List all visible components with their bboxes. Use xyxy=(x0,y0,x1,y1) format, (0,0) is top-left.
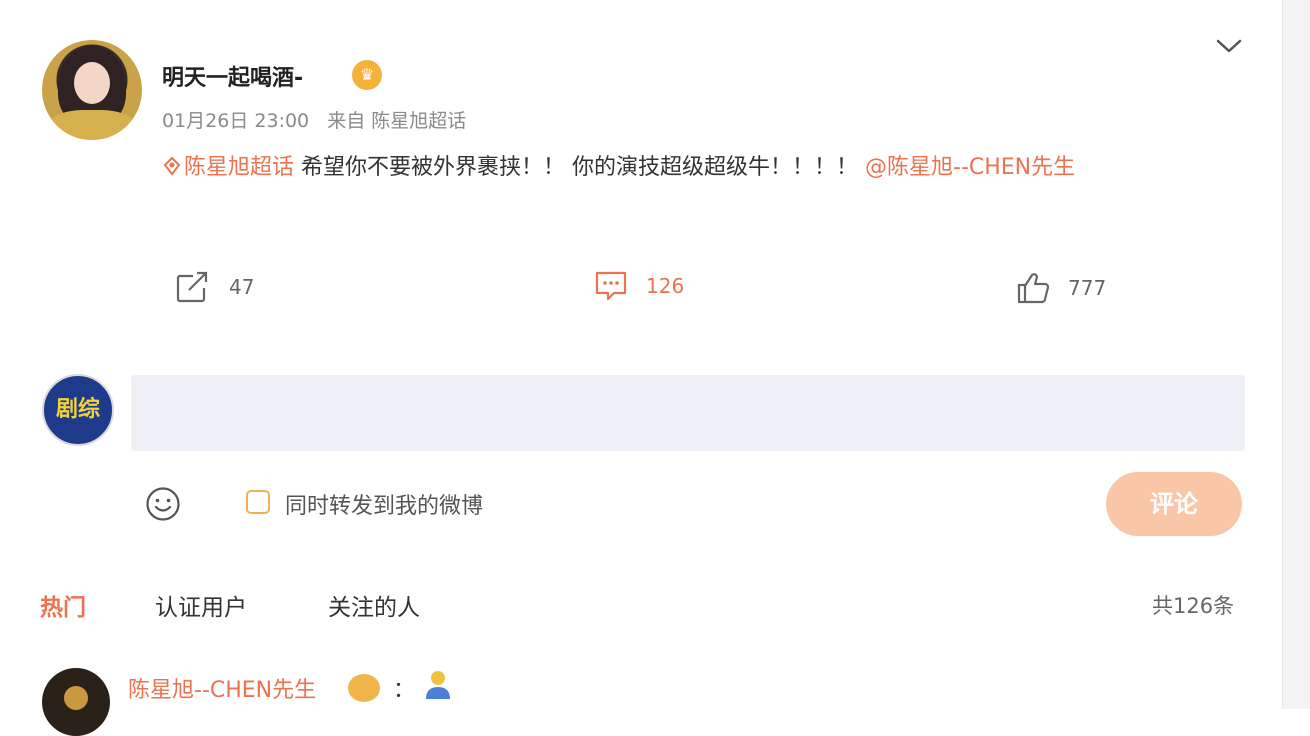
post-meta: 01月26日 23:00 来自 陈星旭超话 xyxy=(162,106,478,133)
comment-icon xyxy=(595,271,627,301)
current-user-avatar[interactable]: 剧综 xyxy=(42,374,114,446)
repost-checkbox-label[interactable]: 同时转发到我的微博 xyxy=(285,488,483,520)
reply-author-name[interactable]: 陈星旭--CHEN先生 xyxy=(128,672,316,704)
share-icon xyxy=(176,271,208,303)
tab-verified-users[interactable]: 认证用户 xyxy=(155,588,247,622)
like-button[interactable]: 777 xyxy=(1016,272,1106,304)
submit-comment-button[interactable]: 评论 xyxy=(1106,472,1242,536)
comment-input[interactable] xyxy=(131,375,1245,451)
post-author-name[interactable]: 明天一起喝酒- xyxy=(162,60,303,92)
post-source[interactable]: 来自 陈星旭超话 xyxy=(327,110,466,132)
tab-hot[interactable]: 热门 xyxy=(40,588,86,622)
tab-following[interactable]: 关注的人 xyxy=(328,588,420,622)
thumbs-up-icon xyxy=(1017,273,1050,304)
avatar-face xyxy=(74,62,110,104)
repost-checkbox[interactable] xyxy=(246,490,270,514)
mention-link[interactable]: @陈星旭--CHEN先生 xyxy=(865,155,1075,180)
comment-total: 共126条 xyxy=(1152,594,1235,618)
chevron-down-icon[interactable] xyxy=(1214,34,1244,58)
reply-badge-icon xyxy=(348,674,380,702)
post-date[interactable]: 01月26日 23:00 xyxy=(162,110,309,132)
reply-colon: ： xyxy=(393,678,416,703)
post-body: 陈星旭超话 希望你不要被外界裹挟！！ 你的演技超级超级牛！！！！ @陈星旭--C… xyxy=(162,142,1202,194)
page-edge-strip xyxy=(1282,0,1310,709)
repost-count: 47 xyxy=(229,275,255,299)
post-text: 希望你不要被外界裹挟！！ 你的演技超级超级牛！！！！ xyxy=(294,155,865,180)
comment-button[interactable]: 126 xyxy=(594,270,684,302)
emoji-icon[interactable] xyxy=(145,486,181,522)
reply-author-avatar[interactable] xyxy=(42,668,110,736)
repost-button[interactable]: 47 xyxy=(175,270,254,304)
topic-link-label: 陈星旭超话 xyxy=(184,155,295,180)
post-author-avatar[interactable] xyxy=(42,40,142,140)
avatar-body xyxy=(48,110,136,140)
topic-link[interactable]: 陈星旭超话 xyxy=(162,155,294,180)
like-count: 777 xyxy=(1068,276,1107,300)
crown-badge-icon: ♛ xyxy=(352,60,382,90)
person-emoji-icon xyxy=(426,671,450,699)
supertopic-icon xyxy=(163,156,181,176)
comment-count: 126 xyxy=(646,274,685,298)
